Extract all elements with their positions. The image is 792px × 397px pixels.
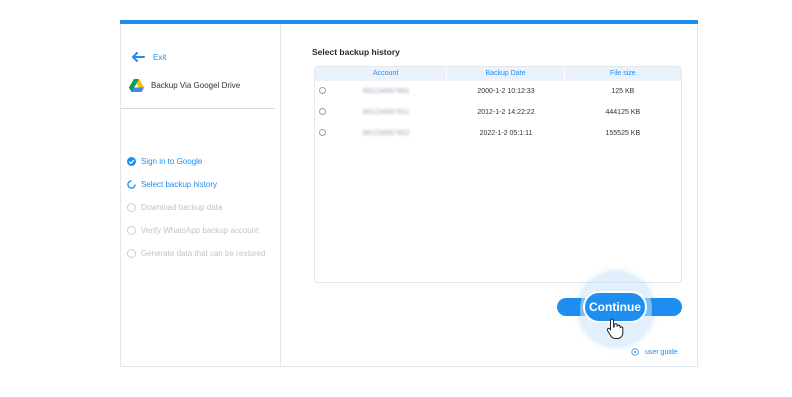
pending-circle-icon: [127, 203, 136, 212]
table-row[interactable]: 861234567811 2012-1-2 14:22:22 444125 KB: [315, 102, 681, 123]
main-title-wrap: Select backup history: [312, 47, 400, 57]
row-radio-button[interactable]: [319, 87, 326, 94]
loading-spinner-icon: [127, 180, 136, 189]
pending-circle-icon: [127, 226, 136, 235]
backup-source: Backup Via Googel Drive: [129, 79, 240, 92]
app-window: Exit Backup Via Googel Drive Sign in to …: [120, 20, 698, 367]
check-circle-icon: [127, 157, 136, 166]
sidebar-divider: [121, 108, 275, 109]
step-label: Sign in to Google: [141, 157, 203, 166]
column-header-size: File size: [609, 70, 636, 77]
backup-history-table: Account Backup Date File size 8612345678…: [314, 66, 682, 283]
cell-account: 861234567822: [315, 130, 447, 137]
user-guide-label: user guide: [645, 348, 678, 356]
step-download-data: Download backup data: [127, 202, 266, 213]
backup-source-label: Backup Via Googel Drive: [151, 81, 241, 90]
step-list: Sign in to Google Select backup history …: [127, 156, 266, 271]
help-circle-icon: [631, 348, 639, 356]
pending-circle-icon: [127, 249, 136, 258]
account-value: 861234567822: [362, 130, 410, 137]
step-label: Download backup data: [141, 203, 223, 212]
step-label: Verify WhatsApp backup account: [141, 226, 259, 235]
step-label: Generate data that can be restored: [141, 249, 266, 258]
table-row[interactable]: 861234567822 2022-1-2 05:1:11 155525 KB: [315, 123, 681, 144]
column-header-date: Backup Date: [447, 67, 565, 81]
table-header: Account Backup Date File size: [315, 67, 681, 81]
account-value: 861234567811: [363, 109, 410, 116]
user-guide-link[interactable]: user guide: [631, 348, 678, 356]
table-row[interactable]: 861234567891 2000-1-2 10:12:33 125 KB: [315, 81, 681, 102]
cell-date: 2022-1-2 05:1:11: [479, 130, 533, 137]
exit-button[interactable]: Exit: [131, 52, 166, 62]
exit-label: Exit: [153, 52, 167, 62]
row-radio-button[interactable]: [319, 108, 326, 115]
cell-account: 861234567811: [315, 109, 447, 116]
cell-date: 2000-1-2 10:12:33: [477, 88, 535, 95]
sidebar: Exit Backup Via Googel Drive Sign in to …: [121, 24, 281, 366]
account-value: 861234567891: [362, 88, 410, 95]
step-label: Select backup history: [141, 180, 218, 189]
cell-size: 155525 KB: [605, 130, 641, 137]
step-sign-in: Sign in to Google: [127, 156, 266, 167]
step-select-history: Select backup history: [127, 179, 266, 190]
cell-size: 125 KB: [611, 88, 635, 95]
cell-size: 444125 KB: [605, 109, 641, 116]
google-drive-icon: [129, 79, 144, 92]
cell-date: 2012-1-2 14:22:22: [477, 109, 535, 116]
back-arrow-icon: [132, 52, 145, 62]
row-radio-button[interactable]: [319, 129, 326, 136]
page-title: Select backup history: [312, 47, 400, 57]
cell-account: 861234567891: [315, 88, 447, 95]
hand-cursor-icon: [606, 318, 624, 339]
column-header-account: Account: [315, 67, 448, 81]
step-generate-data: Generate data that can be restored: [127, 248, 266, 259]
step-verify-account: Verify WhatsApp backup account: [127, 225, 266, 236]
